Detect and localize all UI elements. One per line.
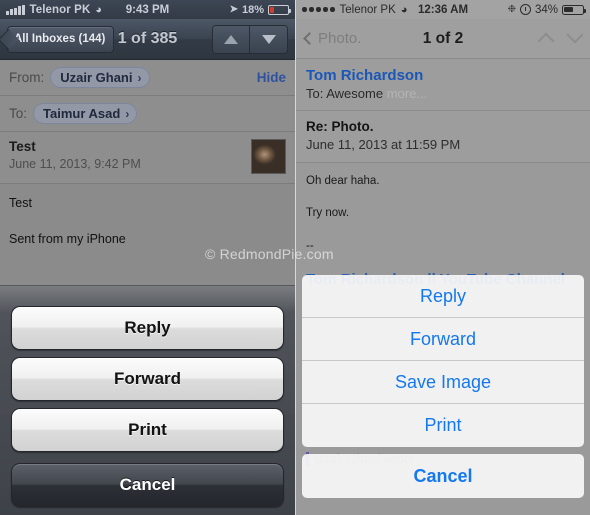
reply-button[interactable]: Reply [11,306,284,350]
chevron-down-icon[interactable] [566,26,584,43]
body-line-1: Oh dear haha. [306,175,380,187]
back-button-photo[interactable]: Photo. [303,30,362,47]
cancel-button[interactable]: Cancel [11,463,284,507]
more-recipients-link[interactable]: more... [387,86,427,101]
print-button[interactable]: Print [302,404,584,447]
chevron-right-icon: › [137,70,142,85]
triangle-down-icon [261,34,276,44]
to-row: To: Taimur Asad › [0,96,295,132]
reply-button[interactable]: Reply [302,275,584,318]
from-contact-name: Uzair Ghani [60,70,133,85]
right-nav-bar: Photo. 1 of 2 [296,19,590,59]
sender-name[interactable]: Tom Richardson [306,67,580,84]
forward-button[interactable]: Forward [11,357,284,401]
cancel-button[interactable]: Cancel [302,454,584,498]
from-label: From: [9,70,45,85]
to-label: To: Awesome [306,86,384,101]
hide-details-link[interactable]: Hide [257,70,286,85]
chevron-up-icon[interactable] [537,32,555,49]
subject-row: Re: Photo. June 11, 2013 at 11:59 PM [296,111,590,163]
subject-date: June 11, 2013, 9:42 PM [9,157,141,171]
left-nav-bar: All Inboxes (144) 1 of 385 [0,19,295,60]
right-phone-screen: Telenor PK ◕ 12:36 AM ❉ 34% Photo. 1 of … [295,0,590,515]
email-body: Test Sent from my iPhone [0,184,295,294]
wifi-icon: ◕ [95,3,103,16]
battery-icon [562,4,586,15]
location-arrow-icon: ➤ [229,4,238,15]
chevron-right-icon: › [125,106,130,121]
contact-photo-icon [251,139,286,174]
body-separator: -- [306,239,314,252]
recipients-row: To: Awesome more... [306,86,580,101]
back-button-all-inboxes[interactable]: All Inboxes (144) [7,25,115,53]
forward-button[interactable]: Forward [302,318,584,361]
carrier-label: Telenor PK [29,3,91,16]
from-contact-pill[interactable]: Uzair Ghani › [50,67,150,88]
subject-title: Re: Photo. [306,119,374,134]
battery-percent-label: 18% [241,3,264,16]
next-message-button[interactable] [250,25,287,53]
chevron-left-icon [303,32,316,45]
to-contact-pill[interactable]: Taimur Asad › [33,103,138,124]
battery-low-icon [268,4,291,15]
rotation-lock-icon [519,4,531,15]
back-button-label: Photo. [318,30,362,47]
battery-percent-label: 34% [534,3,558,16]
left-action-sheet: Reply Forward Print Cancel [0,285,295,515]
sync-spinner-icon: ❉ [507,4,516,15]
previous-message-button[interactable] [213,25,250,53]
subject-date: June 11, 2013 at 11:59 PM [306,137,461,152]
triangle-up-icon [224,34,238,44]
right-status-bar: Telenor PK ◕ 12:36 AM ❉ 34% [296,0,590,19]
save-image-button[interactable]: Save Image [302,361,584,404]
signal-bars-icon [6,4,25,15]
right-action-sheet: Reply Forward Save Image Print Cancel [302,275,584,505]
to-contact-name: Taimur Asad [43,106,121,121]
action-sheet-options: Reply Forward Save Image Print [302,275,584,447]
left-phone-screen: Telenor PK ◕ 9:43 PM ➤ 18% All Inboxes (… [0,0,295,515]
left-status-bar: Telenor PK ◕ 9:43 PM ➤ 18% [0,0,295,19]
sender-row: Tom Richardson To: Awesome more... [296,59,590,111]
body-line-1: Test [9,196,32,210]
message-nav-group [212,24,288,54]
body-line-2: Sent from my iPhone [9,232,126,247]
to-label: To: [9,106,28,121]
body-line-2: Try now. [306,207,350,220]
print-button[interactable]: Print [11,408,284,452]
subject-row: Test June 11, 2013, 9:42 PM [0,132,295,184]
back-button-label: All Inboxes (144) [14,33,106,45]
from-row: From: Uzair Ghani › Hide [0,60,295,96]
screenshot-stage: Telenor PK ◕ 9:43 PM ➤ 18% All Inboxes (… [0,0,590,515]
subject-title: Test [9,139,36,154]
action-sheet-cancel-group: Cancel [302,454,584,498]
message-nav-group [537,26,584,49]
